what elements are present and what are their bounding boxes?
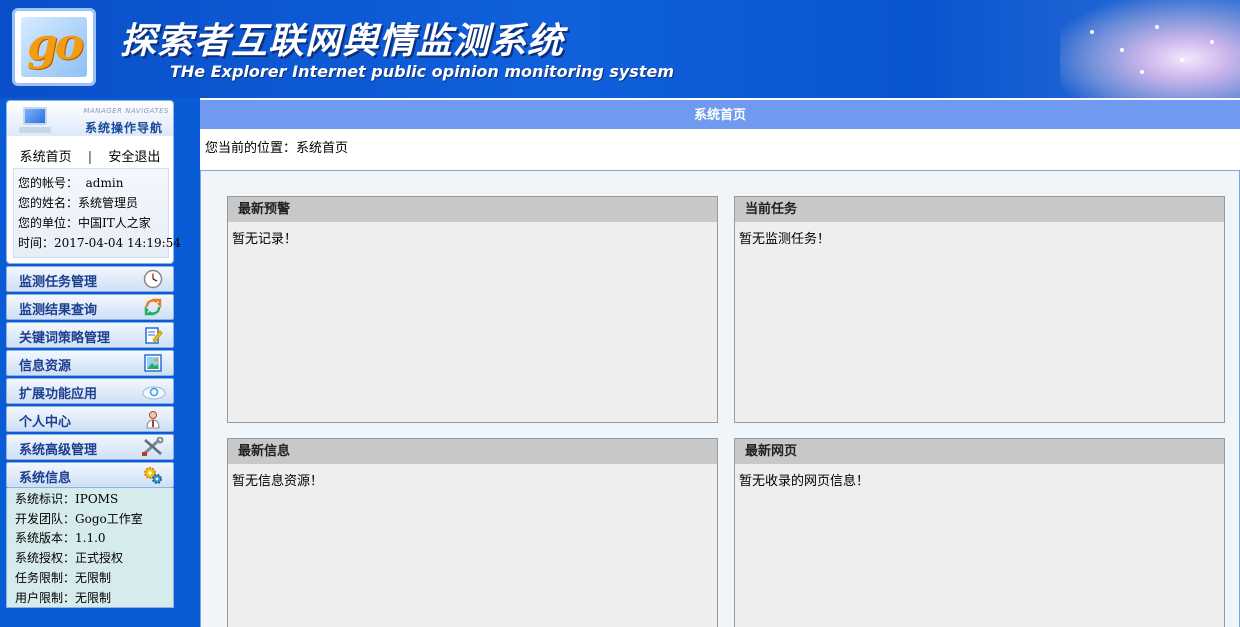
page-title: 系统首页 <box>200 98 1240 129</box>
account-row: 您的帐号： admin <box>18 176 124 190</box>
latest-webpages-panel: 最新网页 暂无收录的网页信息！ <box>734 438 1225 627</box>
picture-icon <box>144 354 162 372</box>
menu-item-advanced-admin[interactable]: 系统高级管理 <box>6 434 174 460</box>
time-value: 2017-04-04 14:19:54 <box>54 236 181 250</box>
computer-icon <box>15 105 55 135</box>
gears-icon <box>144 467 162 484</box>
sysinfo-row: 任务限制：无限制 <box>15 570 112 585</box>
edit-document-icon <box>145 327 163 344</box>
panel-title: 当前任务 <box>735 197 1224 222</box>
logo-text: go <box>26 19 84 70</box>
menu-item-label: 个人中心 <box>19 415 72 430</box>
sysinfo-row: 用户限制：无限制 <box>15 590 112 605</box>
sysinfo-row: 系统标识：IPOMS <box>15 492 119 506</box>
sysinfo-row: 系统版本：1.1.0 <box>15 531 106 546</box>
refresh-arrows-icon <box>144 298 162 316</box>
account-value: admin <box>85 176 124 190</box>
menu-item-label: 信息资源 <box>19 359 72 374</box>
unit-row: 您的单位：中国IT人之家 <box>18 216 151 230</box>
dashboard-panels: 最新预警 暂无记录！ 当前任务 暂无监测任务！ 最新信息 暂无信息资源！ 最新网… <box>200 171 1240 627</box>
menu-item-system-info[interactable]: 系统信息 <box>6 462 174 488</box>
logout-link[interactable]: 安全退出 <box>108 150 160 165</box>
menu-item-label: 扩展功能应用 <box>19 387 98 402</box>
panel-body: 暂无监测任务！ <box>739 232 831 247</box>
breadcrumb-label: 您当前的位置： <box>205 141 297 156</box>
panel-title: 最新信息 <box>228 439 717 464</box>
latest-info-panel: 最新信息 暂无信息资源！ <box>227 438 718 627</box>
sysinfo-row: 开发团队：Gogo工作室 <box>15 511 143 526</box>
breadcrumb: 您当前的位置：系统首页 <box>200 129 1240 171</box>
nav-subtitle: MANAGER NAVIGATES <box>83 107 169 115</box>
menu-item-personal-center[interactable]: 个人中心 <box>6 406 174 432</box>
menu-item-label: 系统信息 <box>19 471 72 486</box>
menu-item-label: 系统高级管理 <box>19 443 98 458</box>
unit-value: 中国IT人之家 <box>78 216 151 230</box>
user-links: 系统首页 | 安全退出 <box>7 146 173 165</box>
sysinfo-row: 系统授权：正式授权 <box>15 551 124 566</box>
user-icon <box>146 411 160 429</box>
panel-body: 暂无信息资源！ <box>232 474 324 489</box>
system-title: 探索者互联网舆情监测系统 <box>120 21 565 62</box>
nav-title: 系统操作导航 <box>84 121 163 135</box>
system-subtitle: THe Explorer Internet public opinion mon… <box>170 62 674 81</box>
menu-item-task-management[interactable]: 监测任务管理 <box>6 266 174 292</box>
network-globe-image <box>1060 0 1240 98</box>
user-panel: 系统首页 | 安全退出 您的帐号： admin 您的姓名：系统管理员 您的单位：… <box>6 136 181 264</box>
menu-item-label: 关键词策略管理 <box>19 331 111 346</box>
main-content: 系统首页 您当前的位置：系统首页 最新预警 暂无记录！ 当前任务 暂无监测任务！… <box>200 98 1240 627</box>
link-separator: | <box>87 150 93 165</box>
system-info-panel: 系统标识：IPOMS 开发团队：Gogo工作室 系统版本：1.1.0 系统授权：… <box>6 488 174 608</box>
panel-body: 暂无收录的网页信息！ <box>739 474 870 489</box>
menu-item-keyword-strategy[interactable]: 关键词策略管理 <box>6 322 174 348</box>
cloud-sync-icon <box>142 386 166 400</box>
logo: go <box>12 8 96 86</box>
panel-title: 最新网页 <box>735 439 1224 464</box>
name-value: 系统管理员 <box>78 196 139 210</box>
header-banner: go 探索者互联网舆情监测系统 THe Explorer Internet pu… <box>0 0 1240 98</box>
current-tasks-panel: 当前任务 暂无监测任务！ <box>734 196 1225 423</box>
panel-body: 暂无记录！ <box>232 232 298 247</box>
breadcrumb-current: 系统首页 <box>296 141 349 156</box>
panel-title: 最新预警 <box>228 197 717 222</box>
sidebar: MANAGER NAVIGATES 系统操作导航 系统首页 | 安全退出 您的帐… <box>0 98 200 627</box>
tools-icon <box>142 437 164 456</box>
menu-item-info-resources[interactable]: 信息资源 <box>6 350 174 376</box>
name-row: 您的姓名：系统管理员 <box>18 196 139 210</box>
latest-alerts-panel: 最新预警 暂无记录！ <box>227 196 718 423</box>
menu-item-extensions[interactable]: 扩展功能应用 <box>6 378 174 404</box>
nav-menu: 监测任务管理 监测结果查询 关键词策略管理 信息资源 扩展功能应用 个人中心 系… <box>6 266 174 490</box>
home-link[interactable]: 系统首页 <box>20 150 72 165</box>
time-row: 时间：2017-04-04 14:19:54 <box>18 236 181 250</box>
user-info: 您的帐号： admin 您的姓名：系统管理员 您的单位：中国IT人之家 时间：2… <box>13 168 181 258</box>
clock-icon <box>143 269 163 289</box>
menu-item-label: 监测结果查询 <box>19 303 98 318</box>
nav-header: MANAGER NAVIGATES 系统操作导航 <box>6 100 174 138</box>
menu-item-label: 监测任务管理 <box>19 275 98 290</box>
menu-item-result-query[interactable]: 监测结果查询 <box>6 294 174 320</box>
